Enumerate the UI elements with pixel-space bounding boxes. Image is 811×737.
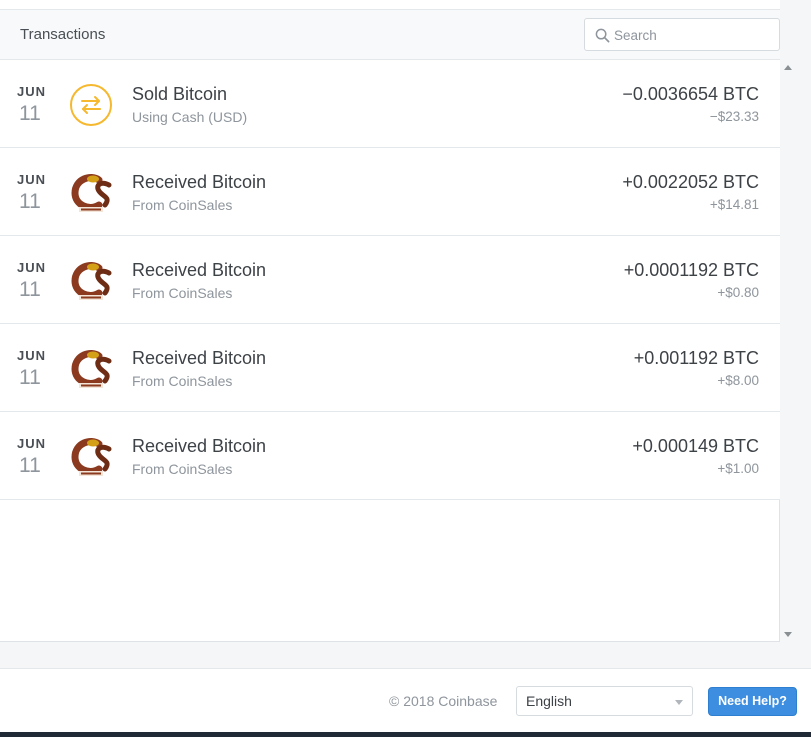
tx-fiat-amount: +$14.81 bbox=[709, 197, 759, 212]
tx-title: Received Bitcoin bbox=[132, 348, 267, 368]
tx-subtitle: From CoinSales bbox=[132, 197, 233, 213]
tx-month: JUN bbox=[17, 436, 47, 451]
transaction-row[interactable]: JUN 11 Received Bitcoin From CoinSales +… bbox=[0, 236, 780, 324]
transaction-list: JUN 11 Sold Bitcoin Using Cash (USD) −0.… bbox=[0, 60, 780, 500]
coinsales-logo-icon bbox=[71, 262, 112, 300]
chevron-down-icon bbox=[675, 700, 683, 705]
search-icon bbox=[595, 28, 610, 43]
tx-day: 11 bbox=[19, 454, 41, 477]
tx-day: 11 bbox=[19, 366, 41, 389]
tx-fiat-amount: +$0.80 bbox=[717, 285, 759, 300]
tx-title: Received Bitcoin bbox=[132, 260, 267, 280]
search-input[interactable] bbox=[614, 24, 774, 46]
transaction-row[interactable]: JUN 11 Received Bitcoin From CoinSales +… bbox=[0, 412, 780, 500]
coinsales-logo-icon bbox=[71, 174, 112, 212]
tx-amount: −0.0036654 BTC bbox=[622, 84, 759, 104]
vertical-scrollbar[interactable] bbox=[781, 60, 795, 642]
tx-amount: +0.000149 BTC bbox=[632, 436, 759, 456]
exchange-icon bbox=[70, 84, 112, 126]
coinsales-logo-icon bbox=[71, 438, 112, 476]
scroll-down-arrow-icon[interactable] bbox=[784, 632, 792, 637]
transactions-header: Transactions bbox=[0, 10, 780, 60]
tx-fiat-amount: +$1.00 bbox=[717, 461, 759, 476]
tx-subtitle: From CoinSales bbox=[132, 461, 233, 477]
copyright-text: © 2018 Coinbase bbox=[389, 693, 498, 709]
tx-day: 11 bbox=[19, 278, 41, 301]
footer: © 2018 Coinbase English Need Help? bbox=[0, 668, 811, 732]
panel-top-strip bbox=[0, 0, 780, 10]
tx-month: JUN bbox=[17, 260, 47, 275]
tx-month: JUN bbox=[17, 348, 47, 363]
language-select[interactable]: English bbox=[516, 686, 693, 716]
coinsales-logo-icon bbox=[71, 350, 112, 388]
page-title: Transactions bbox=[20, 26, 106, 43]
search-box[interactable] bbox=[584, 18, 780, 51]
tx-title: Sold Bitcoin bbox=[132, 84, 228, 104]
tx-amount: +0.0001192 BTC bbox=[623, 260, 759, 280]
transactions-panel: Transactions JUN 11 Sold Bitcoin Using C… bbox=[0, 0, 780, 642]
tx-title: Received Bitcoin bbox=[132, 172, 267, 192]
transaction-row[interactable]: JUN 11 Received Bitcoin From CoinSales +… bbox=[0, 324, 780, 412]
tx-subtitle: Using Cash (USD) bbox=[132, 109, 248, 125]
need-help-button[interactable]: Need Help? bbox=[708, 687, 797, 716]
taskbar-edge bbox=[0, 732, 811, 737]
tx-day: 11 bbox=[19, 102, 41, 125]
tx-day: 11 bbox=[19, 190, 41, 213]
tx-fiat-amount: +$8.00 bbox=[717, 373, 759, 388]
tx-fiat-amount: −$23.33 bbox=[709, 109, 759, 124]
tx-month: JUN bbox=[17, 172, 47, 187]
scroll-up-arrow-icon[interactable] bbox=[784, 65, 792, 70]
tx-amount: +0.001192 BTC bbox=[633, 348, 759, 368]
transaction-row[interactable]: JUN 11 Received Bitcoin From CoinSales +… bbox=[0, 148, 780, 236]
tx-subtitle: From CoinSales bbox=[132, 373, 233, 389]
tx-title: Received Bitcoin bbox=[132, 436, 267, 456]
transaction-row[interactable]: JUN 11 Sold Bitcoin Using Cash (USD) −0.… bbox=[0, 60, 780, 148]
tx-subtitle: From CoinSales bbox=[132, 285, 233, 301]
tx-amount: +0.0022052 BTC bbox=[622, 172, 759, 192]
tx-month: JUN bbox=[17, 84, 47, 99]
language-value: English bbox=[526, 693, 572, 709]
